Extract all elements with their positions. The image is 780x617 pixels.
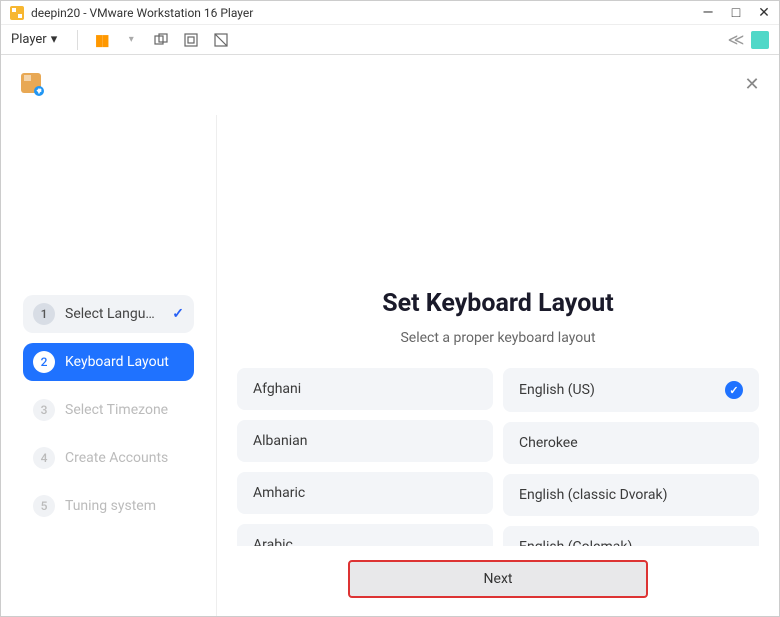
- step-label: Create Accounts: [65, 450, 184, 466]
- step-label: Tuning system: [65, 498, 184, 514]
- layout-item-label: Albanian: [253, 433, 477, 449]
- installer-window: ✕ 1 Select Langu… ✓ 2 Keyboard Layout 3 …: [1, 55, 779, 616]
- step-create-accounts: 4 Create Accounts: [23, 439, 194, 477]
- step-number: 2: [33, 351, 55, 373]
- layout-item-label: Afghani: [253, 381, 477, 397]
- step-select-timezone: 3 Select Timezone: [23, 391, 194, 429]
- layout-item-english-dvorak[interactable]: English (classic Dvorak): [503, 474, 759, 516]
- window-title-bar: deepin20 - VMware Workstation 16 Player …: [1, 1, 779, 25]
- chevron-down-icon[interactable]: ▾: [121, 30, 141, 50]
- vmware-app-icon: [9, 5, 25, 21]
- deepin-logo-icon: [19, 71, 45, 97]
- step-label: Select Timezone: [65, 402, 184, 418]
- check-icon: ✓: [172, 306, 184, 322]
- layout-item-afghani[interactable]: Afghani: [237, 368, 493, 410]
- layout-item-english-us[interactable]: English (US) ✓: [503, 368, 759, 412]
- step-number: 1: [33, 303, 55, 325]
- layout-column-left: Afghani Albanian Amharic Arabic: [237, 368, 493, 568]
- layout-item-label: Cherokee: [519, 435, 743, 451]
- layout-item-amharic[interactable]: Amharic: [237, 472, 493, 514]
- step-label: Keyboard Layout: [65, 354, 184, 370]
- step-tuning-system: 5 Tuning system: [23, 487, 194, 525]
- pause-icon[interactable]: ▮▮: [91, 30, 111, 50]
- step-keyboard-layout[interactable]: 2 Keyboard Layout: [23, 343, 194, 381]
- step-select-language[interactable]: 1 Select Langu… ✓: [23, 295, 194, 333]
- toolbar-divider: [77, 30, 78, 50]
- step-number: 5: [33, 495, 55, 517]
- layout-column-right: English (US) ✓ Cherokee English (classic…: [503, 368, 759, 568]
- maximize-button[interactable]: □: [729, 6, 743, 20]
- close-icon[interactable]: ✕: [743, 75, 761, 93]
- close-window-button[interactable]: ✕: [757, 6, 771, 20]
- next-button-label: Next: [484, 571, 513, 587]
- send-ctrl-alt-del-icon[interactable]: [151, 30, 171, 50]
- page-subtitle: Select a proper keyboard layout: [229, 330, 767, 346]
- step-label: Select Langu…: [65, 306, 162, 322]
- window-title: deepin20 - VMware Workstation 16 Player: [31, 6, 701, 20]
- player-menu[interactable]: Player ▾: [11, 32, 57, 47]
- layout-item-label: English (classic Dvorak): [519, 487, 743, 503]
- steps-sidebar: 1 Select Langu… ✓ 2 Keyboard Layout 3 Se…: [1, 115, 216, 616]
- fullscreen-icon[interactable]: [181, 30, 201, 50]
- installer-header: ✕: [1, 55, 779, 105]
- player-menu-label: Player: [11, 32, 47, 47]
- next-button[interactable]: Next: [348, 560, 648, 598]
- keyboard-layout-list: Afghani Albanian Amharic Arabic: [229, 368, 767, 568]
- chevron-down-icon: ▾: [51, 32, 58, 47]
- toolbar: Player ▾ ▮▮ ▾ ≪: [1, 25, 779, 55]
- step-number: 4: [33, 447, 55, 469]
- main-panel: Set Keyboard Layout Select a proper keyb…: [216, 115, 779, 616]
- layout-item-albanian[interactable]: Albanian: [237, 420, 493, 462]
- message-log-icon[interactable]: [751, 31, 769, 49]
- page-title: Set Keyboard Layout: [229, 289, 767, 318]
- footer: Next: [217, 546, 779, 598]
- rewind-icon[interactable]: ≪: [726, 30, 746, 50]
- unity-icon[interactable]: [211, 30, 231, 50]
- layout-item-cherokee[interactable]: Cherokee: [503, 422, 759, 464]
- minimize-button[interactable]: —: [701, 6, 715, 20]
- step-number: 3: [33, 399, 55, 421]
- layout-item-label: Amharic: [253, 485, 477, 501]
- selected-check-icon: ✓: [725, 381, 743, 399]
- layout-item-label: English (US): [519, 382, 725, 398]
